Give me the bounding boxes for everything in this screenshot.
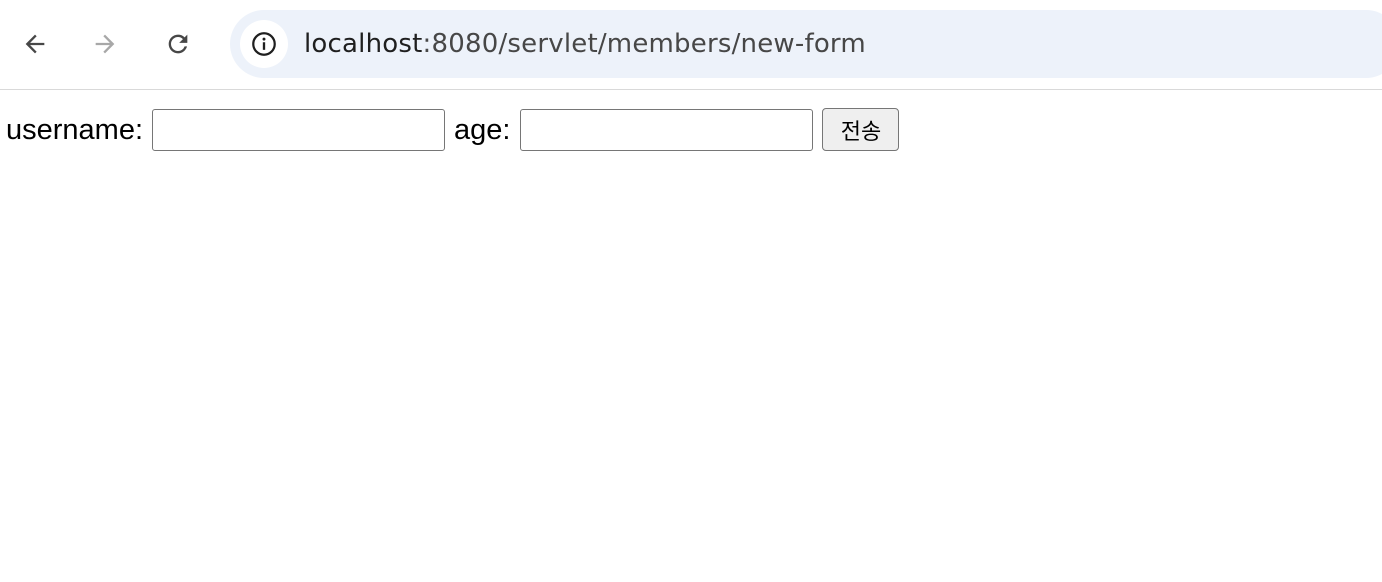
page-content: username: age: 전송	[0, 91, 1382, 582]
age-input[interactable]	[520, 108, 814, 151]
browser-toolbar: localhost:8080/servlet/members/new-form	[0, 0, 1382, 90]
site-info-button[interactable]	[240, 20, 288, 68]
info-icon	[252, 32, 276, 56]
arrow-right-icon	[95, 34, 115, 54]
username-label: username:	[6, 113, 144, 146]
url-path: :8080/servlet/members/new-form	[422, 29, 866, 59]
age-label: age:	[454, 113, 511, 146]
username-input[interactable]	[152, 108, 446, 151]
member-form: username: age: 전송	[6, 108, 900, 151]
submit-button[interactable]: 전송	[822, 108, 900, 151]
url-text[interactable]: localhost:8080/servlet/members/new-form	[304, 10, 866, 78]
reload-button[interactable]	[156, 22, 200, 66]
back-button[interactable]	[13, 22, 57, 66]
arrow-left-icon	[25, 34, 45, 54]
url-host: localhost	[304, 29, 423, 59]
reload-icon	[168, 34, 188, 54]
forward-button[interactable]	[83, 22, 127, 66]
address-bar[interactable]: localhost:8080/servlet/members/new-form	[230, 10, 1382, 78]
